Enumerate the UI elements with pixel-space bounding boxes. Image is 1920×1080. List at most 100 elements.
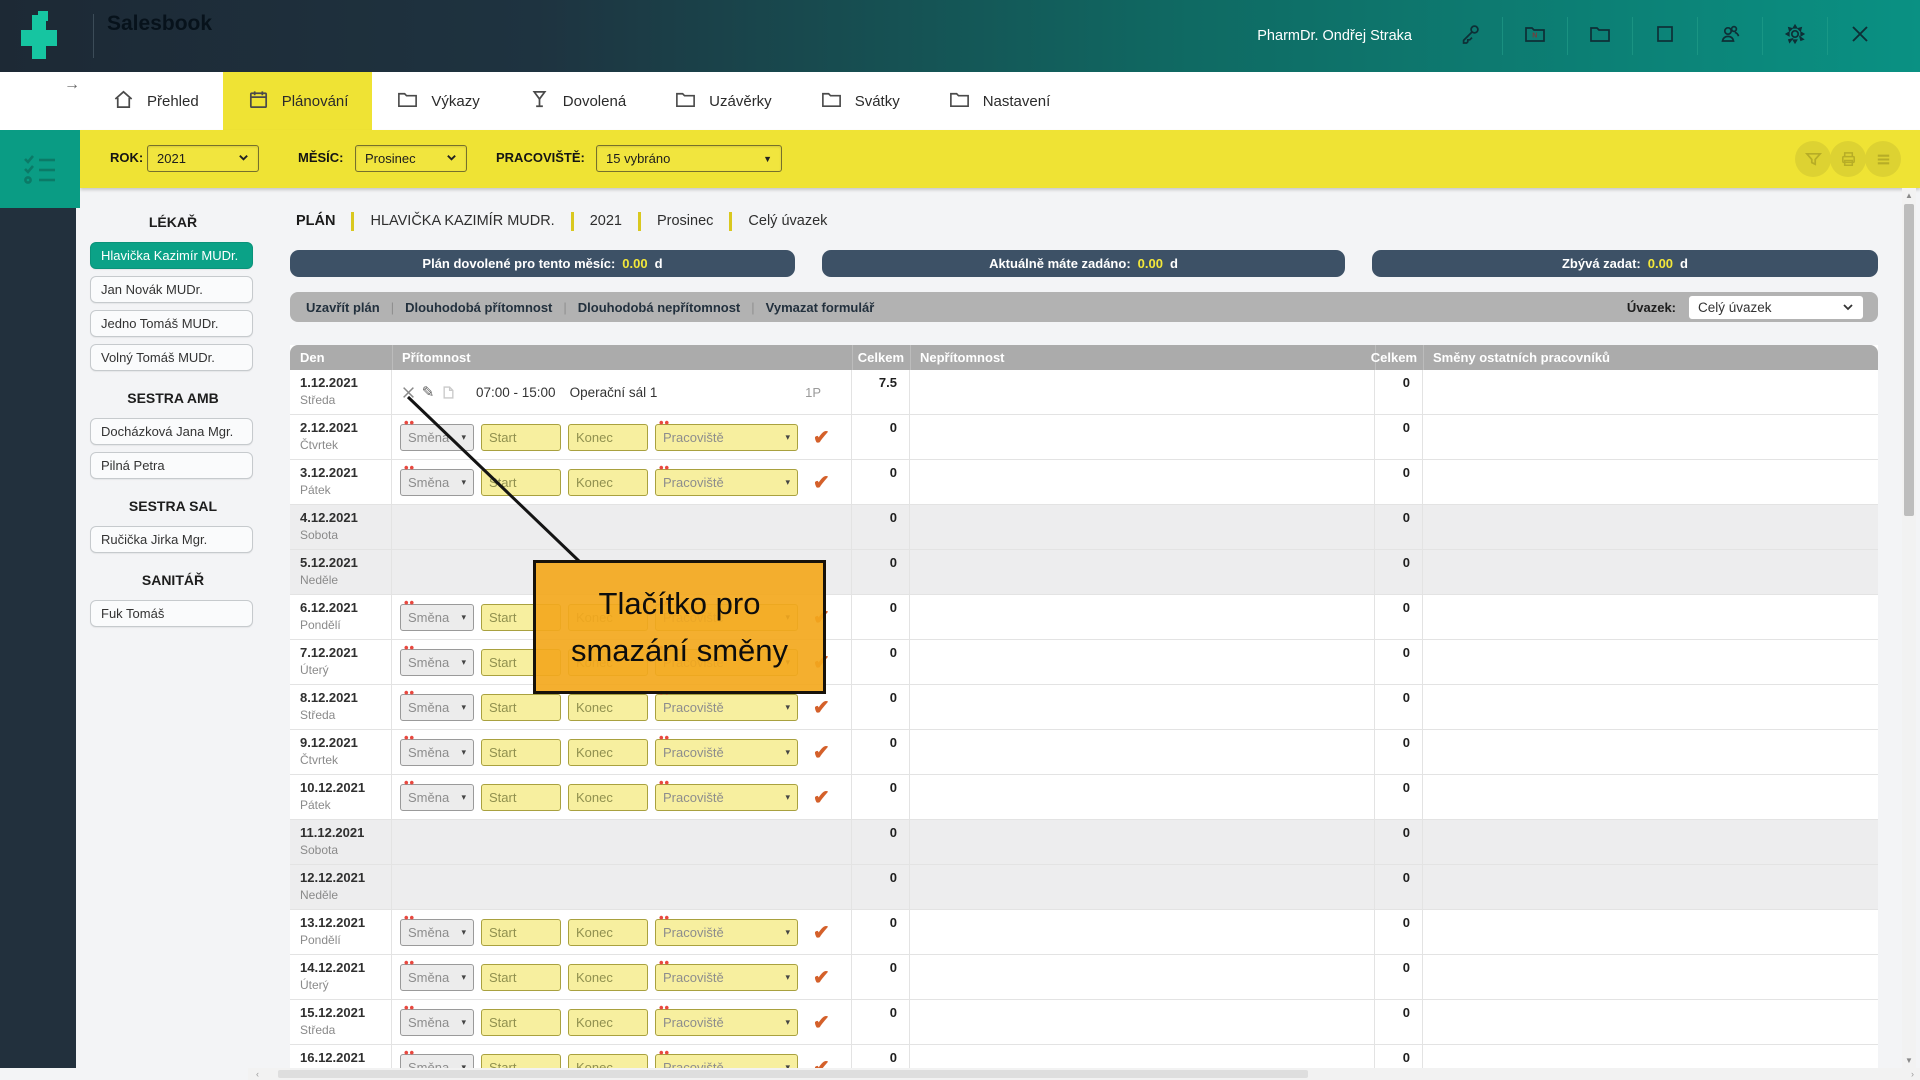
tab-prehled[interactable]: Přehled <box>88 72 223 130</box>
start-input[interactable]: Start <box>481 784 561 811</box>
sidebar-staff-item[interactable]: Fuk Tomáš <box>90 600 253 627</box>
start-input[interactable]: Start <box>481 919 561 946</box>
pracoviste-select[interactable]: ••Pracoviště▾ <box>655 784 798 811</box>
horizontal-scrollbar[interactable]: ‹ › <box>248 1068 1920 1080</box>
action-4-link[interactable]: Vymazat formulář <box>766 300 875 315</box>
konec-input[interactable]: Konec <box>568 1009 648 1036</box>
confirm-check-icon[interactable]: ✔ <box>813 965 830 990</box>
start-input[interactable]: Start <box>481 739 561 766</box>
start-input[interactable]: Start <box>481 1009 561 1036</box>
konec-input[interactable]: Konec <box>568 964 648 991</box>
confirm-check-icon[interactable]: ✔ <box>813 1010 830 1035</box>
horizontal-scroll-thumb[interactable] <box>278 1070 1308 1078</box>
sidebar-staff-item[interactable]: Docházková Jana Mgr. <box>90 418 253 445</box>
smena-select[interactable]: ••Směna▾ <box>400 604 474 631</box>
header-folder-n-button[interactable]: N <box>1503 22 1567 51</box>
konec-input[interactable]: Konec <box>568 784 648 811</box>
shift-delete-icon[interactable] <box>400 384 416 400</box>
tab-vykazy[interactable]: Výkazy <box>372 72 503 130</box>
sidebar-staff-item[interactable]: Volný Tomáš MUDr. <box>90 344 253 371</box>
tab-dovolena[interactable]: Dovolená <box>504 72 650 130</box>
pracoviste-select[interactable]: ••Pracoviště▾ <box>655 1009 798 1036</box>
confirm-check-icon[interactable]: ✔ <box>813 1055 830 1069</box>
action-2-link[interactable]: Dlouhodobá přítomnost <box>405 300 552 315</box>
smena-select[interactable]: ••Směna▾ <box>400 469 474 496</box>
filter-menu-button[interactable] <box>1865 141 1901 177</box>
rok-label: ROK: <box>110 150 143 165</box>
pracoviste-select[interactable]: 15 vybráno ▼ <box>596 145 782 172</box>
konec-input[interactable]: Konec <box>568 739 648 766</box>
confirm-check-icon[interactable]: ✔ <box>813 920 830 945</box>
vertical-scrollbar[interactable]: ▲ ▼ <box>1902 188 1916 1068</box>
tab-svatky[interactable]: Svátky <box>796 72 924 130</box>
action-1-link[interactable]: Uzavřít plán <box>306 300 380 315</box>
pracoviste-select[interactable]: ••Pracoviště▾ <box>655 1054 798 1069</box>
smeny-ostatnich-cell <box>1423 955 1878 999</box>
smena-select[interactable]: ••Směna▾ <box>400 964 474 991</box>
start-input[interactable]: Start <box>481 964 561 991</box>
tab-uzaverky[interactable]: Uzávěrky <box>650 72 796 130</box>
smeny-ostatnich-cell <box>1423 595 1878 639</box>
start-input[interactable]: Start <box>481 424 561 451</box>
smena-select[interactable]: ••Směna▾ <box>400 739 474 766</box>
sidebar-staff-item[interactable]: Pilná Petra <box>90 452 253 479</box>
scroll-left-icon[interactable]: ‹ <box>256 1068 259 1080</box>
smena-select[interactable]: ••Směna▾ <box>400 784 474 811</box>
scroll-right-icon[interactable]: › <box>1911 1068 1914 1080</box>
nav-forward-arrow-icon[interactable]: → <box>64 76 80 94</box>
confirm-check-icon[interactable]: ✔ <box>813 740 830 765</box>
action-3-link[interactable]: Dlouhodobá nepřítomnost <box>578 300 740 315</box>
confirm-check-icon[interactable]: ✔ <box>813 470 830 495</box>
sidebar-staff-item[interactable]: Jedno Tomáš MUDr. <box>90 310 253 337</box>
header-gear-button[interactable] <box>1763 22 1827 51</box>
smena-select[interactable]: ••Směna▾ <box>400 1009 474 1036</box>
pracoviste-select[interactable]: ••Pracoviště▾ <box>655 964 798 991</box>
smena-select[interactable]: ••Směna▾ <box>400 1054 474 1069</box>
shift-note-icon[interactable] <box>440 384 456 400</box>
smena-select[interactable]: ••Směna▾ <box>400 424 474 451</box>
start-input[interactable]: Start <box>481 1054 561 1069</box>
print-button[interactable] <box>1830 141 1866 177</box>
konec-input[interactable]: Konec <box>568 424 648 451</box>
pracoviste-select[interactable]: ••Pracoviště▾ <box>655 424 798 451</box>
confirm-check-icon[interactable]: ✔ <box>813 785 830 810</box>
start-input[interactable]: Start <box>481 694 561 721</box>
smena-select[interactable]: ••Směna▾ <box>400 694 474 721</box>
scroll-up-icon[interactable]: ▲ <box>1902 191 1916 200</box>
pracoviste-select[interactable]: ••Pracoviště▾ <box>655 694 798 721</box>
header-square-button[interactable] <box>1633 22 1697 51</box>
header-folder-button[interactable] <box>1568 22 1632 51</box>
scroll-down-icon[interactable]: ▼ <box>1902 1056 1916 1065</box>
smena-select[interactable]: ••Směna▾ <box>400 649 474 676</box>
header-close-button[interactable] <box>1828 22 1892 51</box>
sidebar-staff-item[interactable]: Jan Novák MUDr. <box>90 276 253 303</box>
smena-select[interactable]: ••Směna▾ <box>400 919 474 946</box>
pracoviste-select[interactable]: ••Pracoviště▾ <box>655 739 798 766</box>
pracoviste-select[interactable]: ••Pracoviště▾ <box>655 919 798 946</box>
konec-input[interactable]: Konec <box>568 1054 648 1069</box>
sidebar-staff-item[interactable]: Hlavička Kazimír MUDr. <box>90 242 253 269</box>
pracoviste-placeholder: Pracoviště <box>663 925 724 940</box>
konec-input[interactable]: Konec <box>568 919 648 946</box>
konec-input[interactable]: Konec <box>568 469 648 496</box>
rok-select[interactable]: 2021 <box>147 145 259 172</box>
filter-funnel-button[interactable] <box>1795 141 1831 177</box>
day-name: Neděle <box>300 888 391 902</box>
confirm-check-icon[interactable]: ✔ <box>813 425 830 450</box>
tab-planovani[interactable]: Plánování <box>223 72 373 130</box>
uvazek-select[interactable]: Celý úvazek <box>1688 295 1864 320</box>
konec-input[interactable]: Konec <box>568 694 648 721</box>
sidebar-staff-item[interactable]: Ručička Jirka Mgr. <box>90 526 253 553</box>
vertical-scroll-thumb[interactable] <box>1904 204 1914 516</box>
header-users-button[interactable] <box>1698 22 1762 51</box>
confirm-check-icon[interactable]: ✔ <box>813 695 830 720</box>
header-key-button[interactable] <box>1438 22 1502 51</box>
shift-edit-icon[interactable]: ✎ <box>420 384 436 400</box>
breadcrumb-separator <box>729 212 732 231</box>
sidebar-toggle-button[interactable] <box>0 130 80 208</box>
required-marker: •• <box>404 778 415 788</box>
mesic-select[interactable]: Prosinec <box>355 145 467 172</box>
start-input[interactable]: Start <box>481 469 561 496</box>
tab-nastaveni[interactable]: Nastavení <box>924 72 1075 130</box>
pracoviste-select[interactable]: ••Pracoviště▾ <box>655 469 798 496</box>
